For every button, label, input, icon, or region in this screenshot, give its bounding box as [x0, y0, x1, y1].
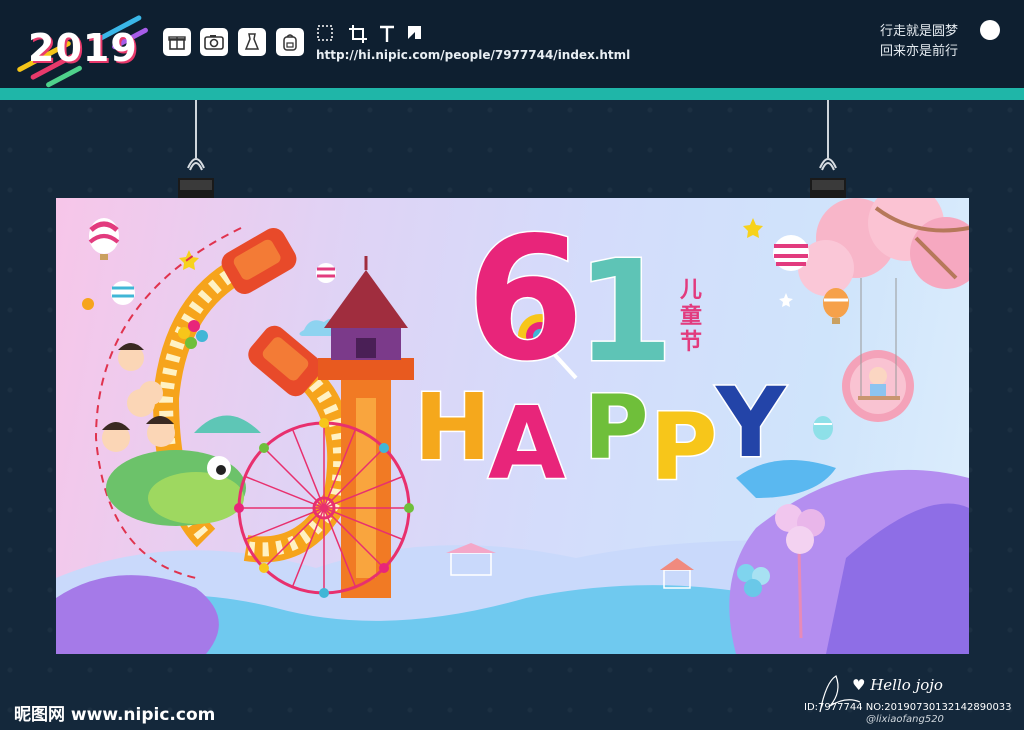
select-icon[interactable] — [316, 24, 334, 44]
image-id-line: ID:7977744 NO:20190730132142890033 — [804, 702, 1012, 713]
motto-line-2: 回来亦是前行 — [880, 44, 959, 59]
ball-striped-right — [773, 235, 809, 271]
logo-year: 2019 — [28, 26, 138, 70]
happy-letter-y: Y — [715, 367, 787, 480]
happy-letter-h: H — [413, 374, 493, 481]
star-icon — [779, 293, 793, 307]
nipic-watermark: 昵图网 www.nipic.com — [14, 705, 216, 725]
umbrella — [194, 415, 261, 433]
number-one: 1 — [574, 231, 674, 394]
childrens-day-banner: 6 1 儿童节 H A P P Y — [56, 198, 969, 654]
balloon-small-right — [813, 416, 833, 440]
dress-icon[interactable] — [238, 28, 266, 56]
corner-icon[interactable] — [406, 24, 424, 44]
happy-letter-p2: P — [648, 394, 718, 501]
balloon-left — [88, 218, 120, 260]
backpack-icon[interactable] — [276, 28, 304, 56]
crop-icon[interactable] — [348, 24, 367, 44]
swing-girl — [842, 278, 914, 422]
circle-button[interactable] — [980, 20, 1000, 40]
motto: 行走就是圆梦 回来亦是前行 — [880, 22, 958, 62]
gift-icon[interactable] — [163, 28, 191, 56]
star-icon — [743, 218, 763, 238]
teal-divider — [0, 88, 1024, 100]
profile-url[interactable]: http://hi.nipic.com/people/7977744/index… — [316, 48, 630, 62]
motto-line-1: 行走就是圆梦 — [880, 24, 959, 39]
author-handle: @lixiaofang520 — [866, 714, 944, 725]
happy-letter-p1: P — [583, 376, 650, 479]
ball-striped-mid — [316, 263, 336, 283]
hello-signature: ♥ Hello jojo — [852, 676, 943, 694]
balloon-right — [823, 288, 849, 324]
ferris-wheel — [234, 418, 414, 598]
orange-dot — [82, 298, 94, 310]
star-icon — [179, 250, 199, 270]
happy-letter-a: A — [486, 385, 566, 502]
festival-title: 儿童节 — [679, 278, 702, 355]
header-bar: 2019 http://hi.nipic.com/people/7977744/… — [0, 0, 1024, 89]
ball-striped-left — [111, 281, 135, 305]
text-icon[interactable] — [378, 24, 396, 44]
cherry-tree — [798, 198, 969, 296]
logo-2019: 2019 — [14, 14, 150, 89]
camera-icon[interactable] — [200, 28, 228, 56]
number-six: 6 — [464, 201, 585, 399]
